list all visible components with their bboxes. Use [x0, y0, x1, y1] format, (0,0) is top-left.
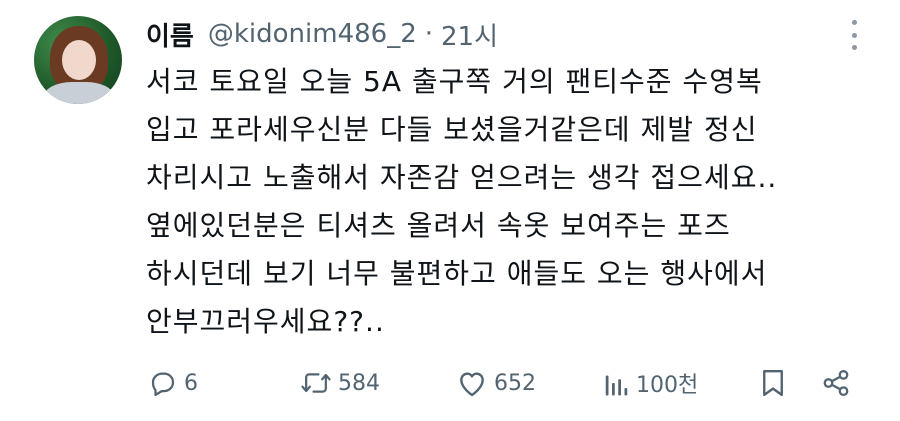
tweet-line: 차리시고 노출해서 자존감 얻으려는 생각 접으세요..: [146, 161, 778, 194]
tweet-line: 안부끄러우세요??..: [146, 305, 385, 338]
like-count: 652: [494, 370, 536, 396]
tweet-line: 서코 토요일 오늘 5A 출구쪽 거의 팬티수준 수영복: [146, 65, 763, 98]
retweet-button[interactable]: 584: [300, 361, 380, 405]
like-button[interactable]: 652: [456, 361, 536, 405]
bookmark-icon: [763, 369, 783, 397]
more-dot: [851, 45, 857, 50]
tweet-line: 하시던데 보기 너무 불편하고 애들도 오는 행사에서: [146, 257, 768, 290]
views-button[interactable]: 100천: [604, 361, 698, 405]
heart-icon: [460, 372, 484, 397]
avatar-shirt: [44, 82, 114, 104]
share-icon: [823, 370, 849, 396]
reply-count: 6: [184, 370, 198, 396]
tweet-line: 입고 포라세우신분 다들 보셨을거같은데 제발 정신: [146, 113, 758, 146]
more-dot: [851, 32, 857, 38]
reply-icon: [151, 372, 175, 396]
post-time[interactable]: 21시: [441, 16, 498, 53]
action-bar: 6 584 652 100천: [146, 361, 866, 405]
avatar[interactable]: [34, 16, 122, 104]
reply-button[interactable]: 6: [148, 361, 198, 405]
tweet-header: 이름 @kidonim486_2 · 21시: [146, 14, 498, 54]
separator-dot: ·: [424, 19, 433, 49]
share-button[interactable]: [820, 361, 852, 405]
author-handle[interactable]: @kidonim486_2: [208, 19, 417, 49]
author-name[interactable]: 이름: [146, 16, 194, 53]
avatar-face: [62, 40, 96, 80]
more-vertical-icon: [851, 20, 857, 25]
tweet-text: 서코 토요일 오늘 5A 출구쪽 거의 팬티수준 수영복 입고 포라세우신분 다…: [146, 58, 866, 346]
retweet-count: 584: [338, 370, 380, 396]
more-options-button[interactable]: [844, 18, 864, 52]
view-count: 100천: [636, 373, 699, 398]
views-chart-icon: [605, 375, 628, 396]
tweet-line: 옆에있던분은 티셔츠 올려서 속옷 보여주는 포즈: [146, 209, 731, 242]
retweet-icon: [301, 373, 331, 393]
bookmark-button[interactable]: [760, 361, 786, 405]
